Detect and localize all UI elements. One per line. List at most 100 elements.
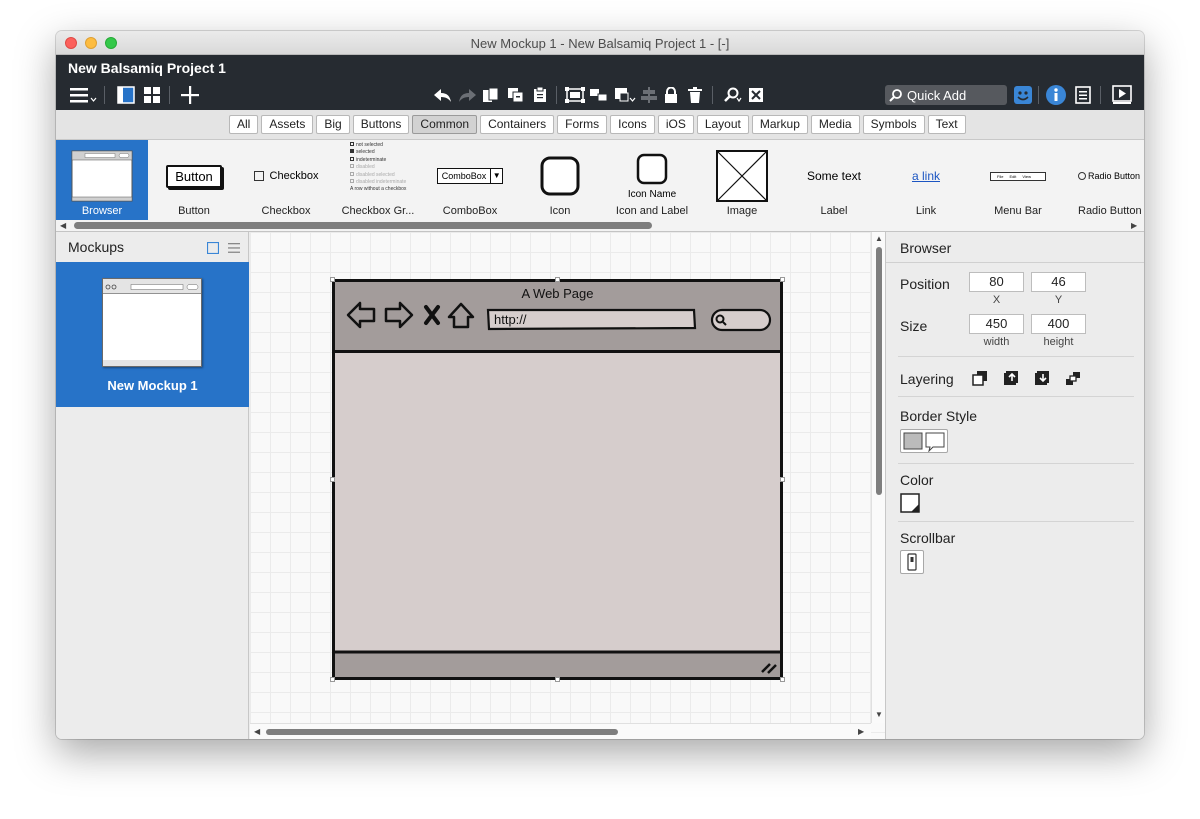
library-item-checkbox-group[interactable]: not selected selected indeterminate disa…: [332, 140, 424, 220]
library-item-icon[interactable]: Icon: [514, 140, 606, 220]
category-tab-markup[interactable]: Markup: [751, 115, 808, 134]
menu-icon[interactable]: [68, 85, 98, 105]
resize-handle[interactable]: [330, 477, 335, 482]
category-tab-media[interactable]: Media: [810, 115, 860, 134]
library-item-radio-button[interactable]: Radio Button Radio Button: [1064, 140, 1144, 220]
color-swatch-icon[interactable]: [900, 493, 920, 513]
copy-icon[interactable]: [481, 85, 501, 105]
scroll-up-icon[interactable]: ▲: [875, 234, 883, 243]
send-to-back-icon[interactable]: [1065, 370, 1081, 386]
position-y-input[interactable]: 46: [1031, 272, 1086, 292]
library-item-label: Label: [820, 205, 848, 217]
height-input[interactable]: 400: [1031, 314, 1086, 334]
thumbnail-view-icon[interactable]: [207, 242, 219, 254]
border-style-picker[interactable]: [900, 429, 948, 453]
library-item-label: Image: [726, 205, 758, 217]
undo-icon[interactable]: [432, 85, 454, 105]
arrange-icon[interactable]: [613, 85, 637, 105]
library-item-label: Link: [915, 205, 937, 217]
scrollbar-toggle[interactable]: [900, 550, 924, 574]
browser-url-text: http://: [494, 312, 527, 327]
resize-handle[interactable]: [780, 277, 785, 282]
library-item-checkbox[interactable]: Checkbox Checkbox: [240, 140, 332, 220]
category-tab-symbols[interactable]: Symbols: [862, 115, 925, 134]
resize-handle[interactable]: [330, 677, 335, 682]
checkbox-preview-text: Checkbox: [269, 170, 319, 182]
category-tab-ios[interactable]: iOS: [657, 115, 694, 134]
paste-icon[interactable]: [530, 85, 550, 105]
library-item-browser[interactable]: Browser: [56, 140, 148, 220]
library-item-label: Icon and Label: [615, 205, 689, 217]
scroll-right-icon[interactable]: ▶: [858, 727, 864, 736]
category-tab-big[interactable]: Big: [316, 115, 350, 134]
group-icon[interactable]: [564, 85, 586, 105]
browser-window-component[interactable]: A Web Page http://: [330, 277, 785, 682]
category-tab-common[interactable]: Common: [412, 115, 478, 134]
canvas-horizontal-scrollbar[interactable]: ◀ ▶: [250, 723, 871, 739]
library-item-link[interactable]: a link Link: [880, 140, 972, 220]
library-item-button[interactable]: Button Button: [148, 140, 240, 220]
info-icon[interactable]: [1044, 85, 1068, 105]
ungroup-icon[interactable]: [588, 85, 610, 105]
align-icon[interactable]: [638, 85, 660, 105]
category-tab-containers[interactable]: Containers: [480, 115, 555, 134]
single-view-icon[interactable]: [116, 85, 136, 105]
combobox-preview: ComboBox ▼: [436, 168, 504, 184]
close-mockup-icon[interactable]: [746, 85, 766, 105]
library-item-combobox[interactable]: ComboBox ▼ ComboBox: [424, 140, 516, 220]
category-tab-all[interactable]: All: [229, 115, 259, 134]
scroll-left-icon[interactable]: ◀: [60, 221, 66, 230]
notes-icon[interactable]: [1073, 85, 1093, 105]
bring-to-front-icon[interactable]: [972, 370, 988, 386]
library-scrollbar[interactable]: ◀ ▶: [56, 220, 1144, 231]
resize-handle[interactable]: [780, 677, 785, 682]
library-item-image[interactable]: Image: [696, 140, 788, 220]
presentation-icon[interactable]: [1111, 85, 1133, 105]
redo-icon[interactable]: [456, 85, 478, 105]
category-tab-icons[interactable]: Icons: [610, 115, 655, 134]
lock-icon[interactable]: [662, 85, 680, 105]
library-item-label: Checkbox Gr...: [341, 205, 415, 217]
radio-preview-circle: [1078, 172, 1086, 180]
resize-handle[interactable]: [780, 477, 785, 482]
resize-handle[interactable]: [330, 277, 335, 282]
duplicate-icon[interactable]: [506, 85, 526, 105]
add-icon[interactable]: [180, 85, 200, 105]
vertical-scrollbar-thumb[interactable]: [876, 247, 882, 495]
scroll-right-icon[interactable]: ▶: [1131, 221, 1137, 230]
delete-icon[interactable]: [686, 85, 704, 105]
browser-thumbnail: [71, 150, 133, 202]
resize-handle[interactable]: [555, 277, 560, 282]
canvas-vertical-scrollbar[interactable]: ▲ ▼: [871, 232, 885, 723]
library-scrollbar-thumb[interactable]: [74, 222, 652, 229]
properties-title: Browser: [900, 240, 952, 256]
search-icon: [889, 89, 902, 102]
bring-forward-icon[interactable]: [1003, 370, 1019, 386]
mockup-list-item[interactable]: New Mockup 1: [56, 262, 249, 407]
quick-add-field[interactable]: Quick Add: [885, 85, 1007, 105]
list-view-icon[interactable]: [228, 242, 240, 254]
category-tab-text[interactable]: Text: [927, 115, 966, 134]
app-window: New Mockup 1 - New Balsamiq Project 1 - …: [56, 31, 1144, 739]
send-backward-icon[interactable]: [1034, 370, 1050, 386]
resize-handle[interactable]: [555, 677, 560, 682]
library-item-label-component[interactable]: Some text Label: [788, 140, 880, 220]
radio-preview-text: Radio Button: [1088, 171, 1141, 181]
icon-and-label-preview-icon: [636, 153, 668, 184]
library-item-icon-and-label[interactable]: Icon Name Icon and Label: [606, 140, 698, 220]
mockup-canvas[interactable]: A Web Page http://: [250, 232, 885, 739]
library-item-menu-bar[interactable]: File Edit View Menu Bar: [972, 140, 1064, 220]
face-icon[interactable]: [1012, 85, 1034, 105]
position-x-input[interactable]: 80: [969, 272, 1024, 292]
grid-view-icon[interactable]: [142, 85, 162, 105]
category-tab-buttons[interactable]: Buttons: [352, 115, 410, 134]
category-tab-assets[interactable]: Assets: [261, 115, 314, 134]
scroll-left-icon[interactable]: ◀: [254, 727, 260, 736]
width-input[interactable]: 450: [969, 314, 1024, 334]
scroll-down-icon[interactable]: ▼: [875, 710, 883, 719]
find-icon[interactable]: [722, 85, 744, 105]
horizontal-scrollbar-thumb[interactable]: [266, 729, 618, 735]
category-tab-forms[interactable]: Forms: [557, 115, 608, 134]
category-tab-layout[interactable]: Layout: [696, 115, 749, 134]
x-label: X: [992, 294, 1001, 306]
